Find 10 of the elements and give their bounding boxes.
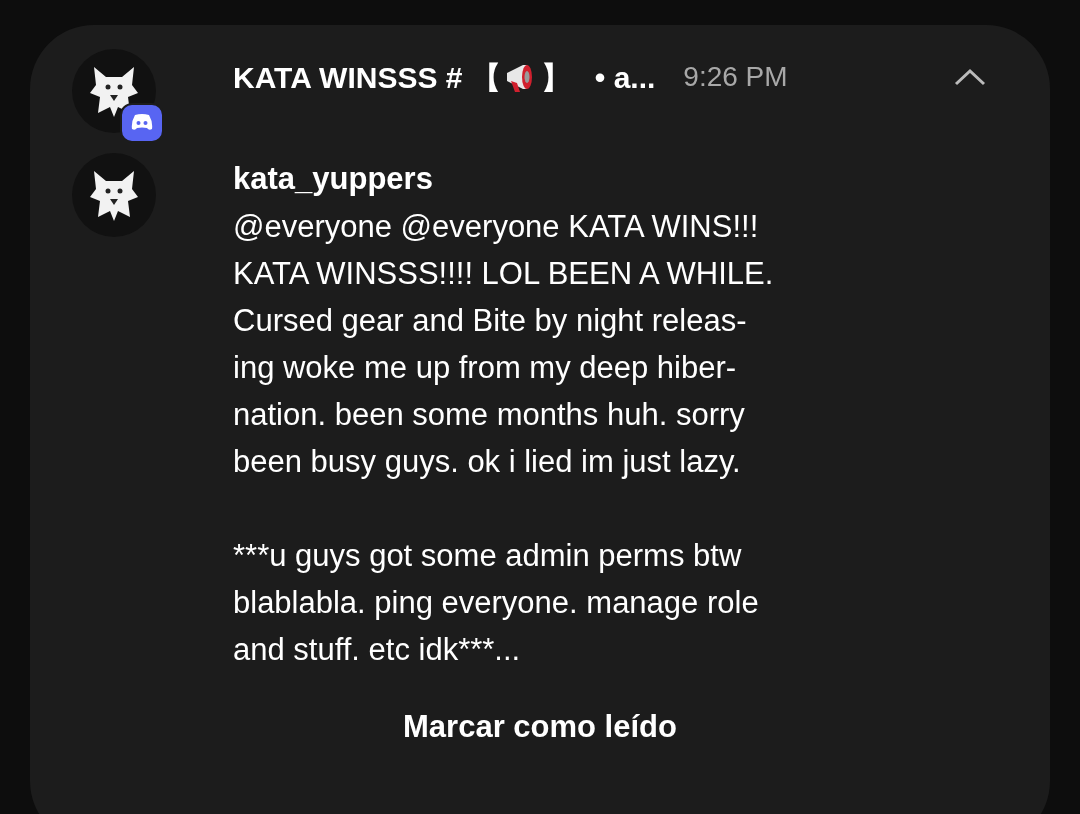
channel-title: KATA WINSSS # 【 <box>233 59 501 96</box>
mark-as-read-button[interactable]: Marcar como leído <box>395 704 685 751</box>
chevron-icon <box>954 68 986 86</box>
subtext: • a... <box>594 59 656 96</box>
channel-title: 】 <box>540 59 571 96</box>
sender-name: kata_yuppers <box>233 160 434 198</box>
notification-time: 9:26 PM <box>683 60 788 94</box>
message-text: ***u guys got some admin perms btw blablabla. ping everyone. manage role and stuff. etc idk***... <box>233 537 760 669</box>
message-text: @everyone @everyone KATA WINS!!! KATA WINSSS!!!! LOL BEEN A WHILE. Cursed gear and Bite by night releas- ing woke me up from my deep hiber- nation. been some months huh. sorry been busy guys. ok i lied im just lazy. <box>233 208 775 481</box>
game-controller-icon <box>130 114 154 132</box>
